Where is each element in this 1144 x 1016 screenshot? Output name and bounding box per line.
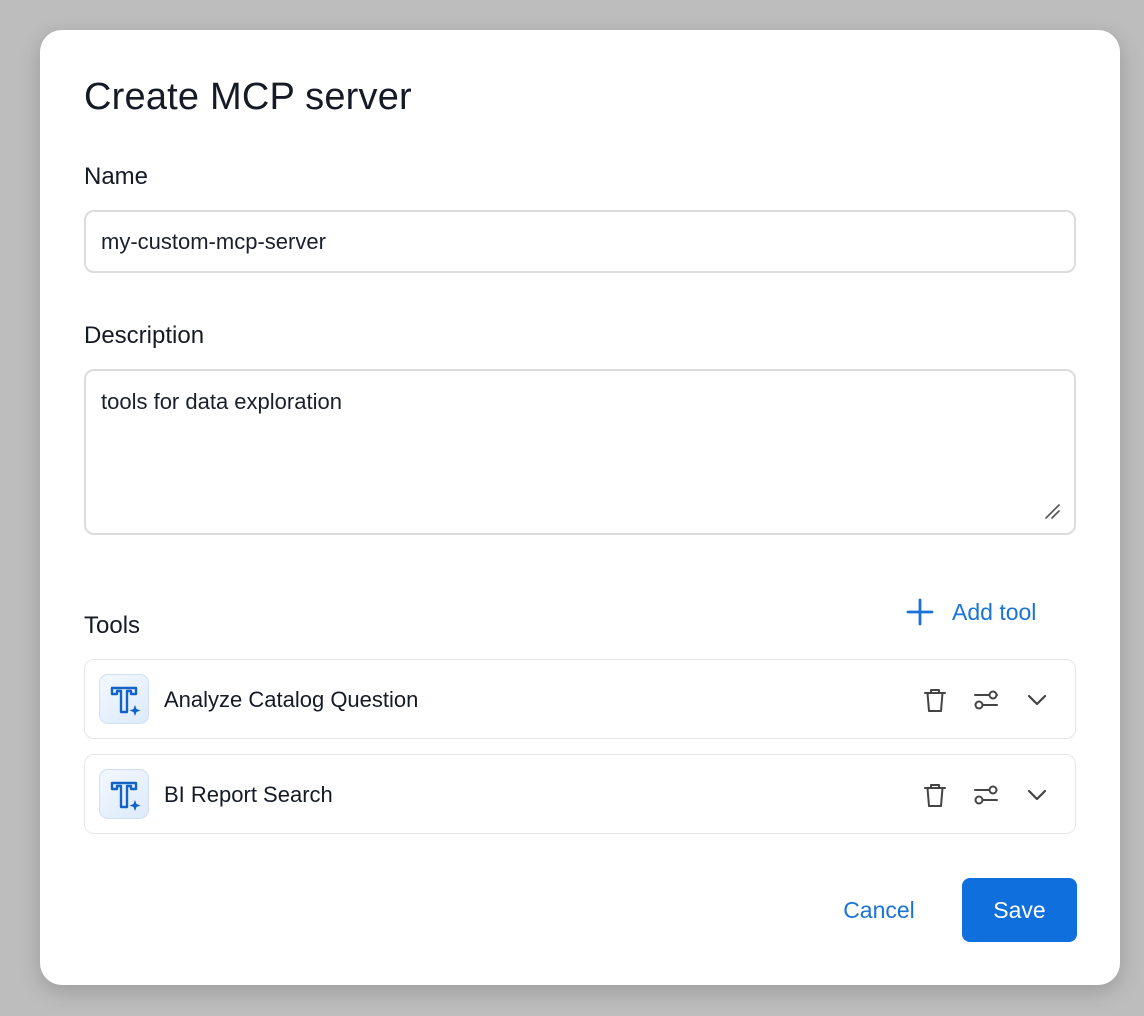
- name-label: Name: [84, 163, 149, 190]
- create-mcp-server-dialog: Create MCP server Name Description tools…: [40, 30, 1120, 985]
- trash-icon[interactable]: [919, 779, 951, 811]
- resize-handle-icon[interactable]: [1043, 502, 1061, 520]
- dialog-title: Create MCP server: [84, 76, 412, 118]
- tools-label: Tools: [84, 612, 141, 639]
- sliders-icon[interactable]: [970, 779, 1002, 811]
- tool-name: BI Report Search: [164, 782, 333, 807]
- cancel-button[interactable]: Cancel: [826, 878, 932, 942]
- sliders-icon[interactable]: [970, 684, 1002, 716]
- add-tool-label: Add tool: [952, 598, 1037, 625]
- add-tool-button[interactable]: Add tool: [906, 594, 1036, 630]
- description-textarea[interactable]: tools for data exploration: [84, 369, 1076, 535]
- chevron-down-icon[interactable]: [1021, 684, 1053, 716]
- tool-spark-icon: [99, 769, 149, 819]
- plus-icon: [906, 598, 934, 626]
- chevron-down-icon[interactable]: [1021, 779, 1053, 811]
- save-button[interactable]: Save: [962, 878, 1077, 942]
- tool-row[interactable]: Analyze Catalog Question: [84, 659, 1076, 739]
- description-label: Description: [84, 322, 205, 349]
- tool-row[interactable]: BI Report Search: [84, 754, 1076, 834]
- tool-name: Analyze Catalog Question: [164, 687, 419, 712]
- name-input[interactable]: [84, 210, 1076, 273]
- tool-spark-icon: [99, 674, 149, 724]
- trash-icon[interactable]: [919, 684, 951, 716]
